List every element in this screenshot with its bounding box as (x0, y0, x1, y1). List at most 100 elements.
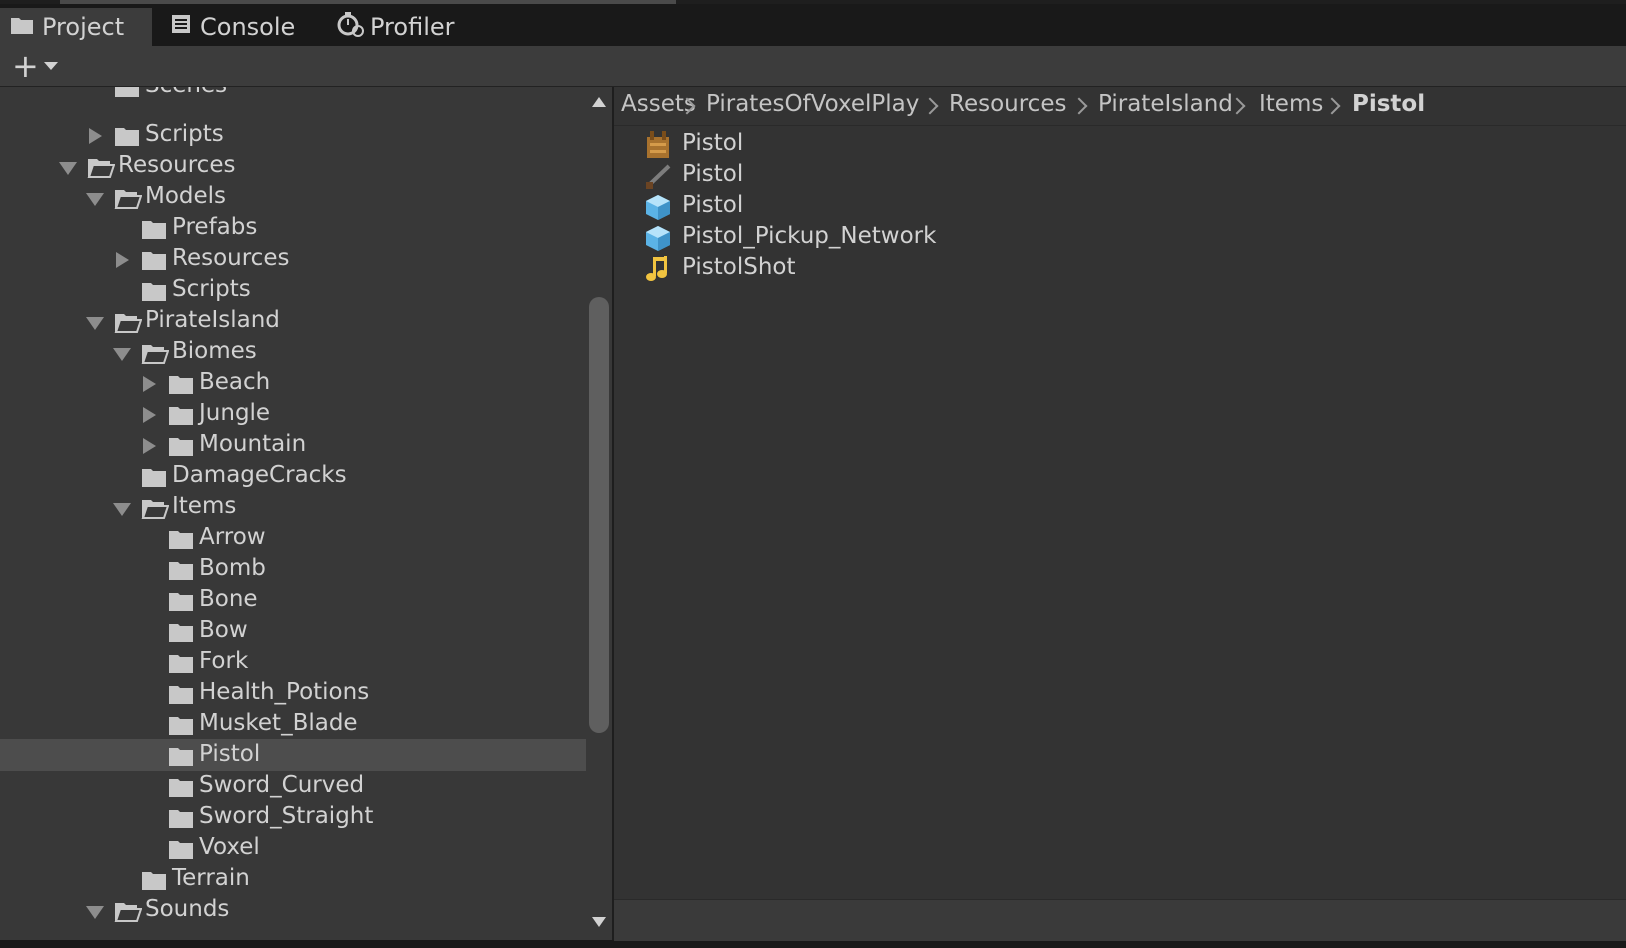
open-folder-icon (114, 190, 142, 209)
folder-icon (142, 469, 166, 487)
tree-row[interactable]: Bow (0, 615, 586, 647)
asset-label: Pistol (682, 130, 744, 156)
asset-item[interactable]: Pistol (644, 191, 1144, 223)
collapse-arrow-icon[interactable] (113, 503, 131, 516)
tree-row[interactable]: Resources (0, 150, 586, 182)
tree-row[interactable]: Scripts (0, 119, 586, 151)
breadcrumb-current[interactable]: Pistol (1352, 91, 1425, 117)
scroll-down-arrow-icon[interactable] (592, 917, 606, 927)
tree-row[interactable]: Biomes (0, 336, 586, 368)
tree-row[interactable]: Terrain (0, 863, 586, 895)
collapse-arrow-icon[interactable] (113, 348, 131, 361)
tree-row-label: Bomb (199, 555, 266, 581)
folder-icon (169, 841, 193, 859)
tree-row[interactable]: Sword_Straight (0, 801, 586, 833)
tab-bar: Project Console Profiler (0, 4, 1626, 46)
tree-row[interactable]: Sword_Curved (0, 770, 586, 802)
collapse-arrow-icon[interactable] (86, 906, 104, 919)
tree-row[interactable]: Scenes (0, 87, 586, 102)
tab-console[interactable]: Console (170, 8, 295, 46)
plus-icon[interactable]: + (12, 50, 39, 82)
collapse-arrow-icon[interactable] (86, 193, 104, 206)
breadcrumb-item[interactable]: PirateIsland (1098, 91, 1233, 117)
folder-icon (169, 655, 193, 673)
tree-row-label: Sword_Straight (199, 803, 374, 829)
tree-row[interactable]: Fork (0, 646, 586, 678)
expand-arrow-icon[interactable] (89, 128, 102, 144)
breadcrumb-item[interactable]: Items (1259, 91, 1323, 117)
asset-item[interactable]: Pistol (644, 160, 1144, 192)
folder-icon (169, 748, 193, 766)
asset-label: Pistol (682, 161, 744, 187)
chevron-right-icon (1070, 97, 1088, 115)
expand-arrow-icon[interactable] (116, 252, 129, 268)
tree-row[interactable]: Resources (0, 243, 586, 275)
tree-row-selected[interactable]: Pistol (0, 739, 586, 771)
tree-row[interactable]: Bone (0, 584, 586, 616)
tree-row-label: PirateIsland (145, 307, 280, 333)
tree-row[interactable]: Bomb (0, 553, 586, 585)
model-icon (646, 164, 671, 189)
folder-icon (169, 407, 193, 425)
tree-scrollbar[interactable] (586, 87, 612, 940)
tree-row-label: Arrow (199, 524, 266, 550)
tree-row[interactable]: DamageCracks (0, 460, 586, 492)
tree-row-label: Biomes (172, 338, 257, 364)
tree-row-label: Voxel (199, 834, 260, 860)
asset-label: Pistol (682, 192, 744, 218)
tree-row[interactable]: Health_Potions (0, 677, 586, 709)
tree-row[interactable]: Musket_Blade (0, 708, 586, 740)
tree-row-label: Fork (199, 648, 249, 674)
open-folder-icon (141, 500, 169, 519)
tree-row[interactable]: Voxel (0, 832, 586, 864)
tree-row[interactable]: Items (0, 491, 586, 523)
folder-icon (169, 376, 193, 394)
folder-icon (169, 717, 193, 735)
prefab-icon (646, 226, 670, 251)
expand-arrow-icon[interactable] (143, 438, 156, 454)
scrollbar-thumb[interactable] (589, 297, 609, 733)
chevron-right-icon (1323, 97, 1341, 115)
tab-profiler[interactable]: Profiler (336, 8, 455, 46)
tree-row-label: Resources (172, 245, 290, 271)
collapse-arrow-icon[interactable] (86, 317, 104, 330)
dropdown-arrow-icon[interactable] (44, 62, 58, 70)
breadcrumb-item[interactable]: Resources (949, 91, 1066, 117)
asset-item[interactable]: PistolShot (644, 253, 1144, 285)
tree-row-label: Health_Potions (199, 679, 370, 705)
tree-row-label: Terrain (172, 865, 250, 891)
audio-icon (646, 256, 667, 281)
tree-row[interactable]: Sounds (0, 894, 586, 926)
breadcrumb: Assets PiratesOfVoxelPlay Resources Pira… (614, 87, 1626, 126)
tree-row-label: Items (172, 493, 237, 519)
expand-arrow-icon[interactable] (143, 376, 156, 392)
tree-row[interactable]: Scripts (0, 274, 586, 306)
collapse-arrow-icon[interactable] (59, 162, 77, 175)
tree-row[interactable]: Models (0, 181, 586, 213)
tree-row-label: Jungle (199, 400, 271, 426)
chevron-right-icon (921, 97, 939, 115)
open-folder-icon (87, 159, 115, 178)
asset-item[interactable]: Pistol (644, 129, 1144, 161)
tree-row-label: Resources (118, 152, 236, 178)
asset-label: PistolShot (682, 254, 796, 280)
breadcrumb-item[interactable]: PiratesOfVoxelPlay (706, 91, 919, 117)
folder-icon (169, 438, 193, 456)
folder-icon (169, 686, 193, 704)
scroll-up-arrow-icon[interactable] (592, 97, 606, 107)
asset-panel-footer (614, 899, 1626, 941)
asset-item[interactable]: Pistol_Pickup_Network (644, 222, 1144, 254)
folder-icon (142, 252, 166, 270)
folder-icon (10, 13, 34, 41)
tab-project[interactable]: Project (0, 8, 152, 46)
tree-row[interactable]: Beach (0, 367, 586, 399)
expand-arrow-icon[interactable] (143, 407, 156, 423)
tree-row-label: Prefabs (172, 214, 258, 240)
tree-row[interactable]: Jungle (0, 398, 586, 430)
open-folder-icon (114, 314, 142, 333)
tree-row[interactable]: PirateIsland (0, 305, 586, 337)
tree-row[interactable]: Arrow (0, 522, 586, 554)
tree-row[interactable]: Prefabs (0, 212, 586, 244)
tree-row[interactable]: Mountain (0, 429, 586, 461)
tree-row-label: Pistol (199, 741, 261, 767)
